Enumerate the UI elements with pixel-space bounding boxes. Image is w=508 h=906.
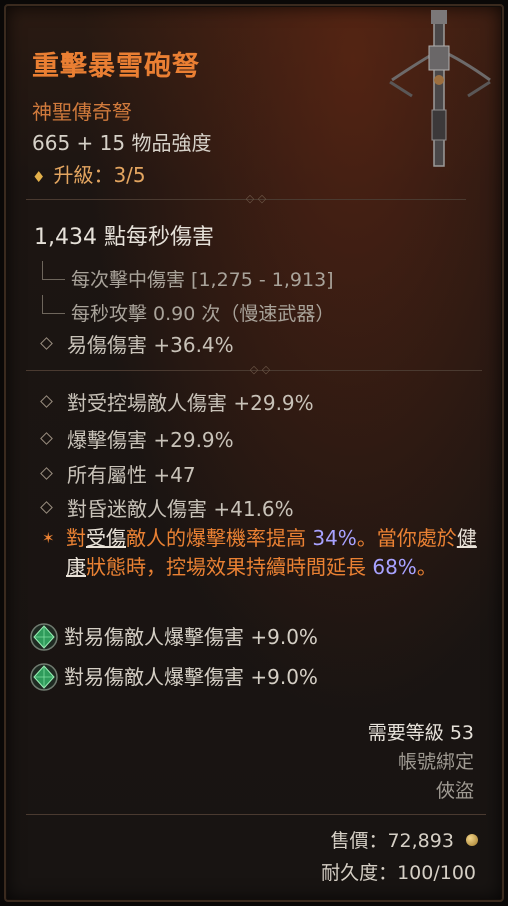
legendary-aspect: ✶ 對受傷敵人的爆擊機率提高 34%。當你處於健康狀態時，控場效果持續時間延長 … <box>42 524 492 582</box>
item-name: 重擊暴雪砲弩 <box>32 51 200 82</box>
legendary-text: 對受傷敵人的爆擊機率提高 34%。當你處於健康狀態時，控場效果持續時間延長 68… <box>66 526 477 579</box>
divider <box>26 814 486 815</box>
bullet-icon <box>40 395 53 408</box>
affix-row: 爆擊傷害 +29.9% <box>40 424 234 453</box>
star-icon: ✶ <box>42 529 55 547</box>
affix-row: 所有屬性 +47 <box>40 459 196 488</box>
keyword-injured[interactable]: 受傷 <box>86 526 126 550</box>
crossbow-icon <box>389 10 491 167</box>
sell-price-text: 售價：72,893 <box>330 830 454 852</box>
affix-text: 所有屬性 +47 <box>67 463 196 487</box>
upgrade-text: 升級：3/5 <box>53 163 146 187</box>
required-level: 需要等級 53 <box>367 722 474 744</box>
durability: 耐久度：100/100 <box>321 862 476 884</box>
dps-value: 1,434 點每秒傷害 <box>34 225 214 250</box>
account-bound: 帳號綁定 <box>397 751 474 773</box>
bullet-icon <box>40 432 53 445</box>
divider: ◇ ◇ <box>26 193 466 205</box>
tree-branch <box>42 261 65 280</box>
item-rarity: 神聖傳奇弩 <box>32 100 132 124</box>
affix-row: 對昏迷敵人傷害 +41.6% <box>40 493 294 522</box>
attack-speed: 每秒攻擊 0.90 次（慢速武器） <box>42 295 334 326</box>
divider: ◇ ◇ <box>26 364 482 376</box>
tree-branch <box>42 295 65 314</box>
attack-speed-text: 每秒攻擊 0.90 次（慢速武器） <box>71 303 335 325</box>
affix-text: 對昏迷敵人傷害 +41.6% <box>67 497 294 521</box>
damage-per-hit: 每次擊中傷害 [1,275 - 1,913] <box>42 261 334 292</box>
diamond-icon: ♦ <box>32 168 46 186</box>
upgrade-level: ♦ 升級：3/5 <box>32 159 146 188</box>
socket-text: 對易傷敵人爆擊傷害 +9.0% <box>64 625 318 649</box>
bullet-icon <box>40 467 53 480</box>
item-tooltip: 重擊暴雪砲弩 神聖傳奇弩 665 + 15 物品強度 ♦ 升級：3/5 ◇ ◇ 1,… <box>4 4 504 902</box>
affix-text: 爆擊傷害 +29.9% <box>67 428 234 452</box>
damage-per-hit-text: 每次擊中傷害 [1,275 - 1,913] <box>71 269 334 291</box>
class-requirement: 俠盜 <box>435 780 474 802</box>
implicit-affix: 易傷傷害 +36.4% <box>40 329 234 358</box>
bullet-icon <box>40 501 53 514</box>
emerald-gem-icon <box>30 623 58 651</box>
emerald-gem-icon <box>30 663 58 691</box>
gold-coin-icon <box>466 834 478 846</box>
socket-text: 對易傷敵人爆擊傷害 +9.0% <box>64 665 318 689</box>
socket-row: 對易傷敵人爆擊傷害 +9.0% <box>30 621 318 651</box>
socket-row: 對易傷敵人爆擊傷害 +9.0% <box>30 661 318 691</box>
affix-row: 對受控場敵人傷害 +29.9% <box>40 387 314 416</box>
item-power: 665 + 15 物品強度 <box>32 131 212 155</box>
sell-price: 售價：72,893 <box>330 826 478 853</box>
affix-text: 對受控場敵人傷害 +29.9% <box>67 391 314 415</box>
bullet-icon <box>40 337 53 350</box>
implicit-affix-text: 易傷傷害 +36.4% <box>67 333 234 357</box>
